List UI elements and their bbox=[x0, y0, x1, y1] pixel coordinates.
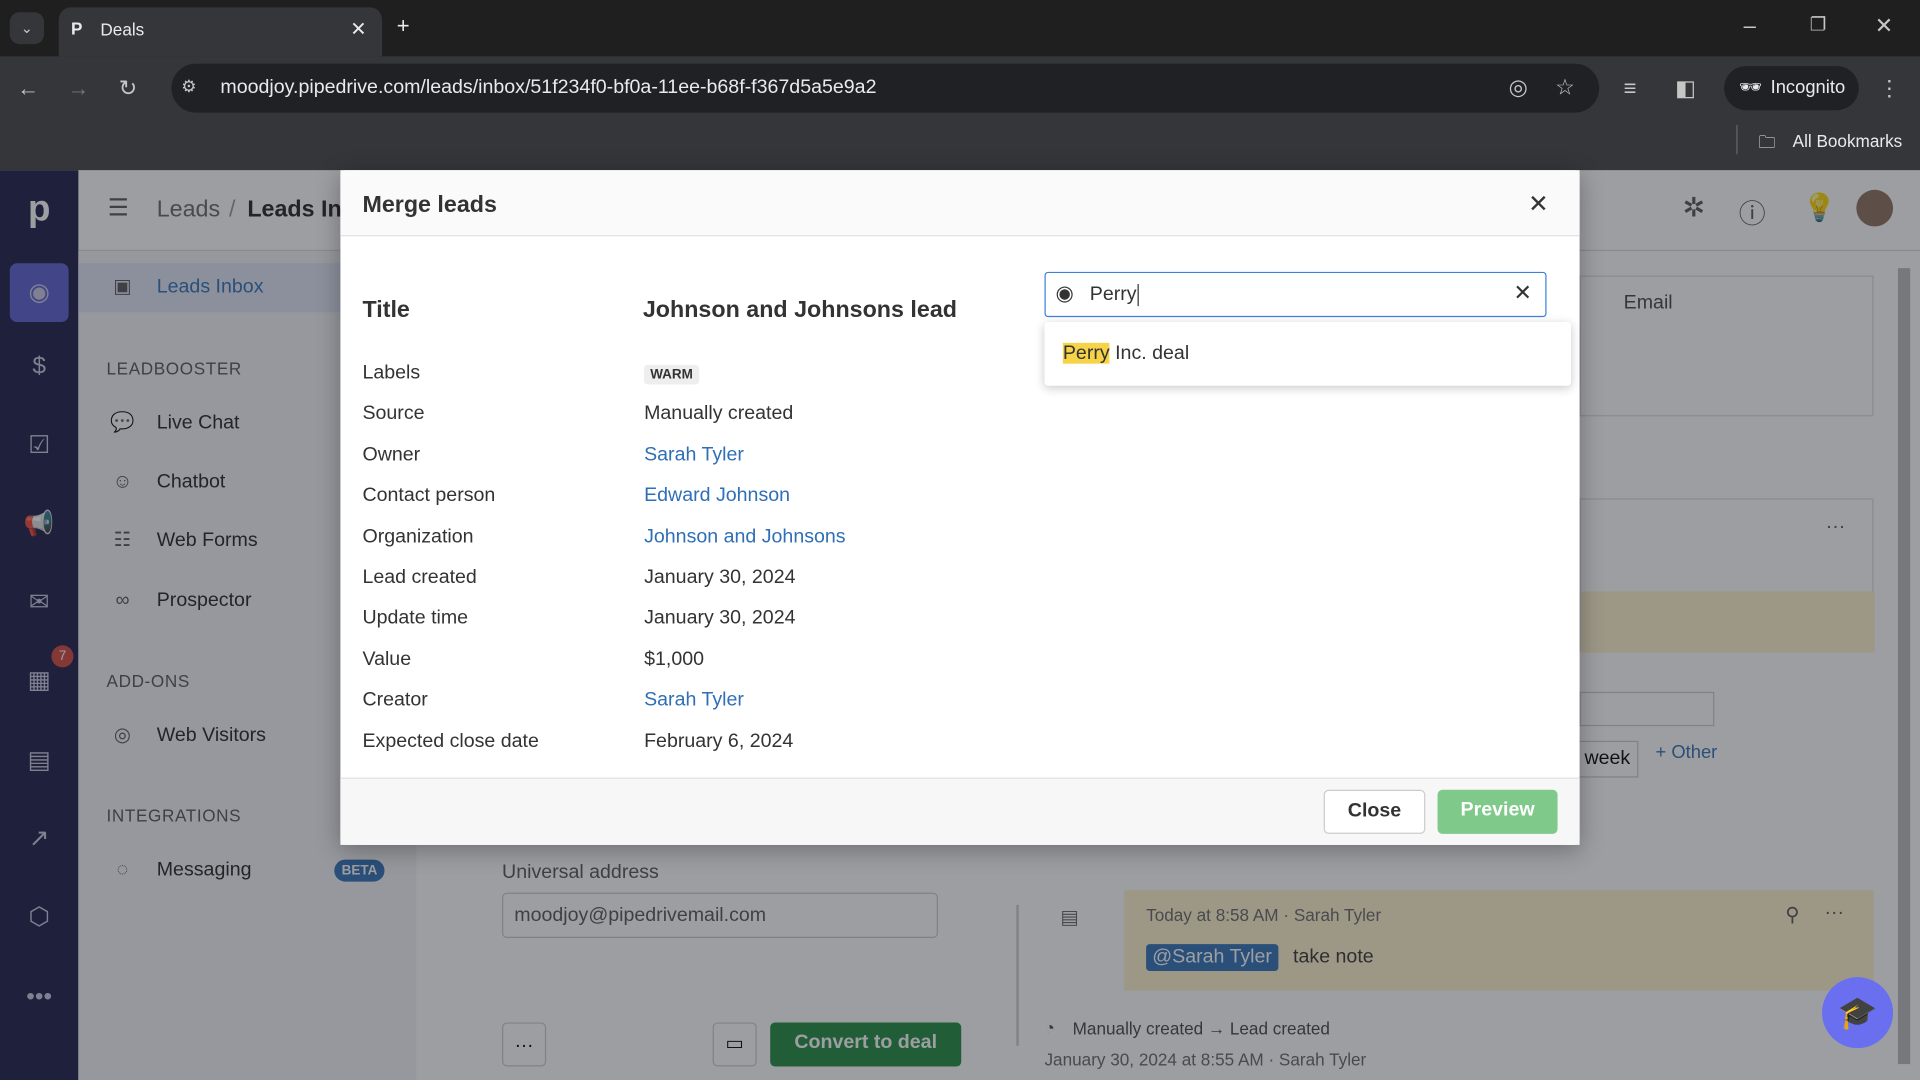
field-value: WARM bbox=[644, 364, 699, 385]
browser-tab[interactable]: P Deals ✕ bbox=[58, 7, 383, 57]
modal-footer: Close Preview bbox=[340, 777, 1580, 845]
target-icon: ◉ bbox=[1055, 281, 1074, 305]
browser-tab-bar: ⌄ P Deals ✕ + – ❐ ✕ bbox=[0, 0, 1920, 57]
field-row: Value $1,000 bbox=[362, 649, 1219, 689]
divider bbox=[1736, 124, 1738, 155]
new-tab-icon[interactable]: + bbox=[397, 13, 410, 39]
side-panel-icon[interactable]: ◧ bbox=[1675, 76, 1696, 102]
field-row: Contact person Edward Johnson bbox=[362, 485, 1219, 525]
field-value: Manually created bbox=[644, 403, 794, 425]
incognito-badge[interactable]: 🕶 Incognito bbox=[1724, 66, 1859, 111]
field-label: Source bbox=[362, 403, 425, 425]
minimize-icon[interactable]: – bbox=[1744, 13, 1756, 39]
reload-icon[interactable]: ↻ bbox=[119, 76, 137, 102]
field-value: February 6, 2024 bbox=[644, 730, 794, 752]
close-tab-icon[interactable]: ✕ bbox=[350, 17, 366, 41]
close-window-icon[interactable]: ✕ bbox=[1875, 13, 1893, 39]
field-label: Expected close date bbox=[362, 730, 539, 752]
field-label: Update time bbox=[362, 607, 469, 629]
field-row: Organization Johnson and Johnsons bbox=[362, 526, 1219, 566]
academy-button[interactable]: 🎓 bbox=[1822, 977, 1894, 1049]
title-label: Title bbox=[362, 297, 410, 324]
field-value: $1,000 bbox=[644, 648, 705, 670]
preview-button[interactable]: Preview bbox=[1437, 789, 1558, 834]
back-icon[interactable]: ← bbox=[17, 76, 39, 102]
tab-search-icon[interactable]: ⌄ bbox=[9, 12, 45, 45]
field-value[interactable]: Edward Johnson bbox=[644, 485, 790, 507]
merge-leads-modal: Merge leads ✕ Title Johnson and Johnsons… bbox=[340, 170, 1580, 845]
field-label: Contact person bbox=[362, 485, 496, 506]
field-label: Organization bbox=[362, 526, 474, 547]
eye-off-icon[interactable]: ◎ bbox=[1509, 75, 1528, 101]
folder-icon: 🗀 bbox=[1758, 132, 1776, 152]
field-label: Creator bbox=[362, 689, 428, 711]
clear-search-icon[interactable]: ✕ bbox=[1513, 280, 1531, 306]
forward-icon[interactable]: → bbox=[67, 76, 89, 102]
browser-toolbar: ← → ↻ ⚙ moodjoy.pipedrive.com/leads/inbo… bbox=[0, 56, 1920, 171]
modal-title: Merge leads bbox=[362, 192, 497, 218]
tab-title: Deals bbox=[100, 19, 145, 40]
site-info-icon[interactable]: ⚙ bbox=[181, 76, 196, 97]
lead-title-value: Johnson and Johnsons lead bbox=[642, 297, 957, 324]
pipedrive-favicon: P bbox=[71, 18, 83, 38]
suggestion-highlight: Perry bbox=[1062, 342, 1110, 364]
field-row: Expected close date February 6, 2024 bbox=[362, 731, 1219, 771]
field-value[interactable]: Sarah Tyler bbox=[644, 444, 744, 466]
field-row: Creator Sarah Tyler bbox=[362, 690, 1219, 730]
close-modal-icon[interactable]: ✕ bbox=[1528, 189, 1549, 220]
incognito-icon: 🕶 bbox=[1738, 77, 1763, 98]
field-row: Lead created January 30, 2024 bbox=[362, 567, 1219, 607]
field-label: Owner bbox=[362, 444, 421, 466]
field-label: Lead created bbox=[362, 566, 477, 588]
modal-header: Merge leads ✕ bbox=[340, 170, 1580, 237]
url-text: moodjoy.pipedrive.com/leads/inbox/51f234… bbox=[220, 77, 877, 98]
field-value: January 30, 2024 bbox=[644, 607, 796, 629]
close-button[interactable]: Close bbox=[1323, 789, 1426, 834]
field-value[interactable]: Sarah Tyler bbox=[644, 690, 744, 712]
incognito-label: Incognito bbox=[1770, 77, 1846, 98]
suggestion-perry-inc-deal[interactable]: Perry Inc. deal bbox=[1062, 342, 1190, 365]
field-label: Value bbox=[362, 648, 412, 670]
field-label: Labels bbox=[362, 362, 421, 384]
field-row: Owner Sarah Tyler bbox=[362, 444, 1219, 484]
field-row: Update time January 30, 2024 bbox=[362, 608, 1219, 648]
search-value: Perry bbox=[1090, 284, 1140, 307]
lead-search-input[interactable]: ◉ Perry ✕ bbox=[1044, 271, 1547, 318]
field-value[interactable]: Johnson and Johnsons bbox=[644, 526, 846, 548]
all-bookmarks[interactable]: All Bookmarks bbox=[1793, 131, 1903, 151]
search-suggestions: Perry Inc. deal bbox=[1044, 322, 1572, 386]
suggestion-text: Inc. deal bbox=[1109, 342, 1190, 364]
restore-icon[interactable]: ❐ bbox=[1810, 13, 1826, 36]
bookmark-star-icon[interactable]: ☆ bbox=[1555, 75, 1575, 101]
media-icon[interactable]: ≡ bbox=[1624, 76, 1637, 102]
field-row: Source Manually created bbox=[362, 403, 1219, 443]
field-value: January 30, 2024 bbox=[644, 566, 796, 588]
address-bar[interactable]: ⚙ moodjoy.pipedrive.com/leads/inbox/51f2… bbox=[171, 63, 1600, 113]
menu-icon[interactable]: ⋮ bbox=[1878, 76, 1900, 102]
